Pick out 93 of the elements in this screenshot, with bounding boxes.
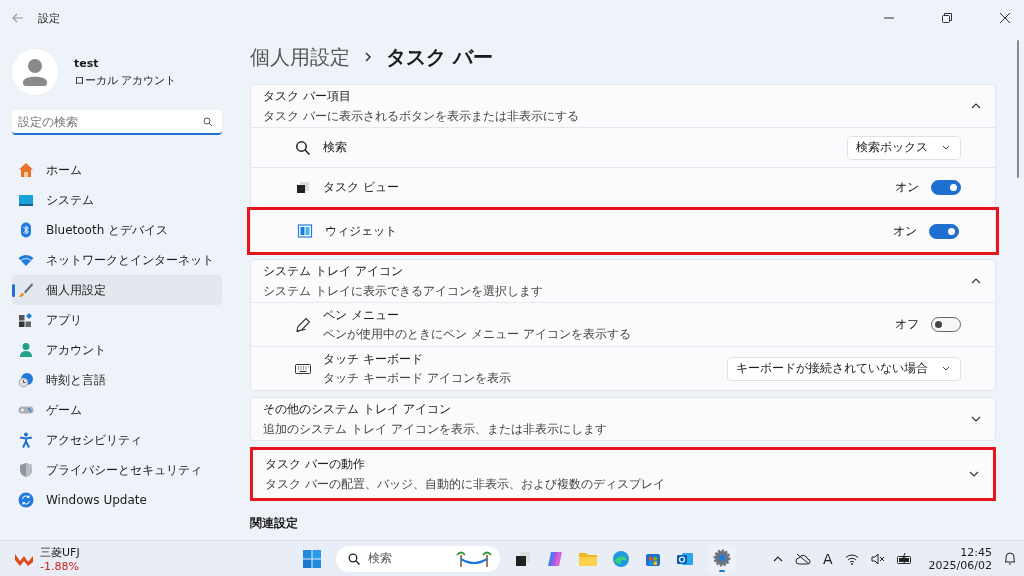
page-title: タスク バー (386, 43, 493, 71)
sidebar-item[interactable]: 時刻と言語 (12, 365, 222, 395)
search-icon (203, 117, 213, 127)
nav-icon (18, 432, 34, 448)
section-header[interactable]: その他のシステム トレイ アイコン 追加のシステム トレイ アイコンを表示、または非表示にします (251, 398, 995, 440)
search-field[interactable]: 設定の検索 (12, 110, 222, 135)
taskbar-search[interactable]: 検索 (336, 545, 500, 572)
nav-icon (18, 372, 34, 388)
task-view-icon[interactable] (514, 549, 532, 568)
wifi-icon[interactable] (844, 552, 859, 565)
dropdown[interactable]: キーボードが接続されていない場合 (727, 356, 961, 381)
clock-date[interactable]: 2025/06/02 (928, 558, 992, 572)
gear-icon[interactable] (708, 544, 736, 573)
sidebar-item[interactable]: ホーム (12, 155, 222, 185)
section-title: その他のシステム トレイ アイコン (263, 400, 452, 418)
breadcrumb-parent[interactable]: 個人用設定 (250, 43, 350, 71)
scrollbar-thumb[interactable] (1017, 40, 1019, 178)
toggle-state: オフ (895, 316, 919, 333)
sidebar-item[interactable]: アカウント (12, 335, 222, 365)
sidebar-item[interactable]: Bluetooth とデバイス (12, 215, 222, 245)
row-icon (295, 316, 311, 333)
back-icon[interactable] (12, 13, 24, 23)
nav-icon (18, 252, 34, 268)
nav-icon (18, 342, 34, 358)
nav-icon (18, 492, 34, 508)
row-description: ペンが使用中のときにペン メニュー アイコンを表示する (323, 325, 632, 343)
toggle-switch[interactable] (931, 180, 961, 195)
section-header[interactable]: システム トレイ アイコン システム トレイに表示できるアイコンを選択します (251, 260, 995, 302)
battery-icon[interactable] (896, 552, 913, 565)
chevron-icon (971, 278, 981, 284)
nav-icon (18, 312, 34, 328)
stock-name: 三菱UFJ (40, 544, 80, 560)
related-heading: 関連設定 (250, 515, 299, 532)
sidebar-item[interactable]: Windows Update (12, 485, 222, 515)
toggle-state: オン (893, 222, 917, 240)
row-description: タッチ キーボード アイコンを表示 (323, 369, 512, 387)
toggle-state: オン (895, 179, 919, 196)
dropdown[interactable]: 検索ボックス (847, 135, 961, 160)
chevron-icon (969, 471, 979, 477)
row-label: ペン メニュー (323, 306, 400, 324)
section-header[interactable]: タスク バーの動作 タスク バーの配置、バッジ、自動的に非表示、および複数のディスプレイ (253, 450, 993, 498)
nav-icon (18, 192, 34, 208)
row-icon (295, 179, 311, 196)
cloud-off-icon[interactable] (795, 552, 811, 565)
start-icon[interactable] (302, 548, 322, 569)
user-name: test (74, 56, 100, 70)
section-subtitle: システム トレイに表示できるアイコンを選択します (263, 282, 543, 300)
chevron-icon (971, 416, 981, 422)
browser-icon[interactable] (612, 549, 630, 568)
row-icon (297, 223, 313, 239)
sidebar-item[interactable]: プライバシーとセキュリティ (12, 455, 222, 485)
sidebar-item[interactable]: アプリ (12, 305, 222, 335)
section-subtitle: タスク バーに表示されるボタンを表示または非表示にする (263, 107, 579, 125)
row-icon (295, 139, 311, 156)
sidebar-item[interactable]: アクセシビリティ (12, 425, 222, 455)
chevron-right-icon (364, 51, 372, 63)
avatar-icon (12, 49, 58, 95)
nav-icon (18, 222, 34, 238)
chevron-down-icon (942, 366, 950, 371)
stock-change: -1.88% (40, 559, 80, 573)
sidebar-item[interactable]: 個人用設定 (12, 275, 222, 305)
nav-icon (18, 462, 34, 478)
clock-time[interactable]: 12:45 (960, 545, 992, 559)
volume-muted-icon[interactable] (870, 552, 885, 565)
toggle-switch[interactable] (929, 223, 959, 239)
search-icon (348, 552, 360, 565)
chevron-down-icon (942, 145, 950, 150)
section-header[interactable]: タスク バー項目 タスク バーに表示されるボタンを表示または非表示にする (251, 85, 995, 127)
nav-icon (18, 162, 34, 178)
row-label: 検索 (323, 139, 348, 156)
nav-icon (18, 282, 34, 298)
toggle-switch[interactable] (931, 317, 961, 332)
hammock-icon (456, 549, 492, 568)
sidebar-item[interactable]: システム (12, 185, 222, 215)
notification-bell-icon[interactable] (1004, 552, 1016, 565)
row-label: ウィジェット (325, 222, 398, 240)
section-subtitle: 追加のシステム トレイ アイコンを表示、または非表示にします (263, 420, 607, 438)
section-title: システム トレイ アイコン (263, 262, 404, 280)
restore-icon[interactable] (942, 13, 952, 23)
account-type: ローカル アカウント (74, 72, 177, 88)
sidebar-item[interactable]: ネットワークとインターネット (12, 245, 222, 275)
section-title: タスク バー項目 (263, 87, 352, 105)
close-icon[interactable] (1000, 13, 1010, 23)
window-title: 設定 (38, 10, 60, 26)
copilot-icon[interactable] (546, 549, 564, 568)
sidebar-item[interactable]: ゲーム (12, 395, 222, 425)
chevron-icon (971, 103, 981, 109)
section-subtitle: タスク バーの配置、バッジ、自動的に非表示、および複数のディスプレイ (265, 475, 665, 493)
ime-indicator[interactable]: A (823, 550, 833, 567)
row-label: タッチ キーボード (323, 350, 424, 368)
section-title: タスク バーの動作 (265, 455, 366, 473)
chevron-up-icon[interactable] (773, 555, 783, 562)
row-label: タスク ビュー (323, 179, 400, 196)
